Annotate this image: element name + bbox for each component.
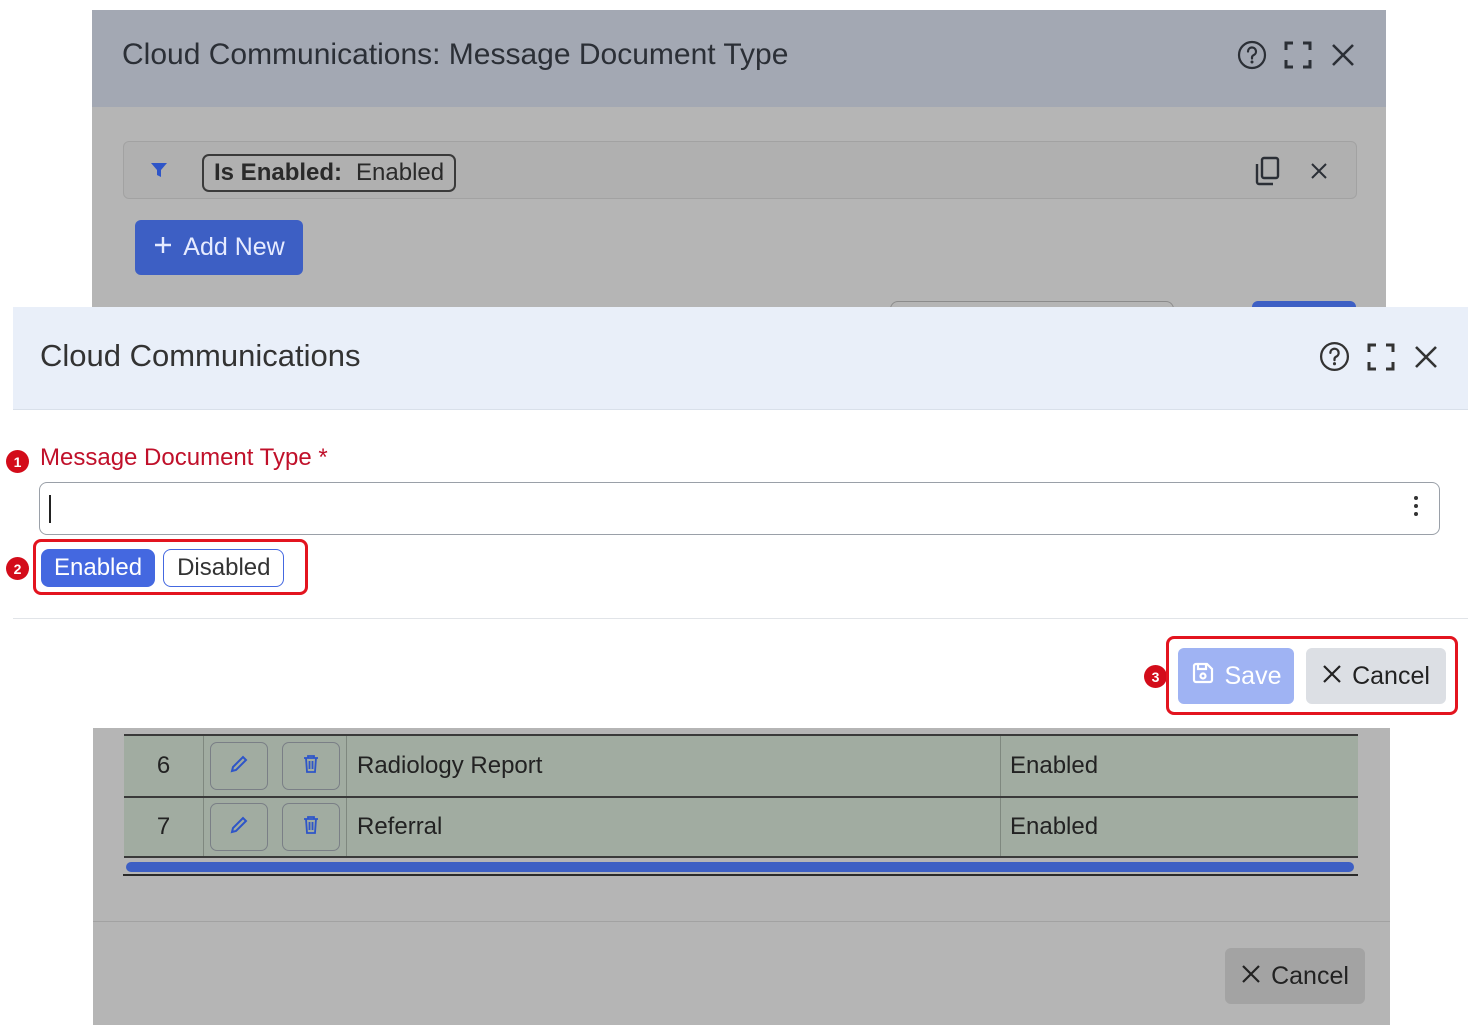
filter-chip[interactable]: Is Enabled: Enabled xyxy=(202,154,457,192)
add-new-label: Add New xyxy=(183,233,285,261)
background-cancel-button[interactable]: Cancel xyxy=(1225,948,1365,1004)
plus-icon xyxy=(153,233,173,262)
dialog-header: Cloud Communications xyxy=(13,307,1468,410)
background-dialog: Cloud Communications: Message Document T… xyxy=(92,10,1386,307)
save-label: Save xyxy=(1224,661,1282,690)
help-icon[interactable] xyxy=(1318,340,1351,378)
filter-chip-label: Is Enabled: xyxy=(214,159,343,186)
row-status: Enabled xyxy=(1010,752,1099,779)
more-vertical-icon[interactable] xyxy=(1413,495,1419,524)
add-new-button[interactable]: Add New xyxy=(135,220,303,275)
background-footer-divider xyxy=(93,921,1390,922)
callout-1: 1 xyxy=(6,450,29,473)
row-number: 7 xyxy=(124,798,204,856)
delete-button[interactable] xyxy=(282,803,340,851)
message-document-type-label: Message Document Type * xyxy=(40,444,328,471)
filter-chip-value: Enabled xyxy=(356,159,445,186)
dialog-title: Cloud Communications xyxy=(40,338,361,373)
table-row: 6 Radiology Report Enabled xyxy=(124,734,1358,796)
message-document-type-input[interactable] xyxy=(39,482,1440,535)
callout-3: 3 xyxy=(1144,665,1167,688)
table-row: 7 Referral Enabled xyxy=(124,796,1358,858)
row-name: Radiology Report xyxy=(347,736,1001,796)
disabled-toggle-button[interactable]: Disabled xyxy=(163,549,285,587)
maximize-icon[interactable] xyxy=(1365,341,1397,378)
background-dialog-title: Cloud Communications: Message Document T… xyxy=(122,38,789,71)
background-dialog-header: Cloud Communications: Message Document T… xyxy=(92,10,1386,107)
filter-icon[interactable] xyxy=(150,161,168,184)
close-icon xyxy=(1241,962,1261,991)
copy-icon[interactable] xyxy=(1253,156,1281,191)
save-button[interactable]: Save xyxy=(1178,648,1294,704)
close-icon[interactable] xyxy=(1411,342,1441,377)
background-header-icons xyxy=(1236,39,1358,76)
close-icon[interactable] xyxy=(1328,40,1358,75)
close-icon xyxy=(1322,662,1342,691)
document-type-table: 6 Radiology Report Enabled 7 Referral En… xyxy=(124,734,1358,858)
callout-2: 2 xyxy=(6,557,29,580)
filter-bar: Is Enabled: Enabled xyxy=(123,141,1357,199)
dialog-header-icons xyxy=(1318,340,1441,378)
cancel-label: Cancel xyxy=(1352,661,1430,690)
edit-button[interactable] xyxy=(210,803,268,851)
trash-icon xyxy=(301,814,321,841)
save-icon xyxy=(1191,661,1215,692)
trash-icon xyxy=(301,753,321,780)
dialog-body: 1 Message Document Type * 2 Enabled Disa… xyxy=(6,410,1468,728)
row-actions xyxy=(204,736,347,796)
enabled-toggle-button[interactable]: Enabled xyxy=(41,549,156,587)
horizontal-scrollbar[interactable] xyxy=(126,862,1354,872)
enabled-toggle-group: Enabled Disabled xyxy=(41,549,285,587)
delete-button[interactable] xyxy=(282,742,340,790)
maximize-icon[interactable] xyxy=(1282,39,1314,76)
cancel-button[interactable]: Cancel xyxy=(1306,648,1446,704)
background-dialog-lower: 6 Radiology Report Enabled 7 Referral En… xyxy=(93,728,1390,1025)
row-name: Referral xyxy=(347,798,1001,856)
row-status: Enabled xyxy=(1010,813,1099,840)
text-caret xyxy=(49,495,51,523)
edit-icon xyxy=(228,753,250,780)
edit-icon xyxy=(228,814,250,841)
dialog-footer-divider xyxy=(13,618,1468,619)
help-icon[interactable] xyxy=(1236,39,1268,76)
clear-filter-icon[interactable] xyxy=(1310,162,1328,185)
table-bottom-border xyxy=(123,874,1358,876)
background-cancel-label: Cancel xyxy=(1271,961,1349,990)
row-actions xyxy=(204,798,347,856)
edit-button[interactable] xyxy=(210,742,268,790)
row-number: 6 xyxy=(124,736,204,796)
